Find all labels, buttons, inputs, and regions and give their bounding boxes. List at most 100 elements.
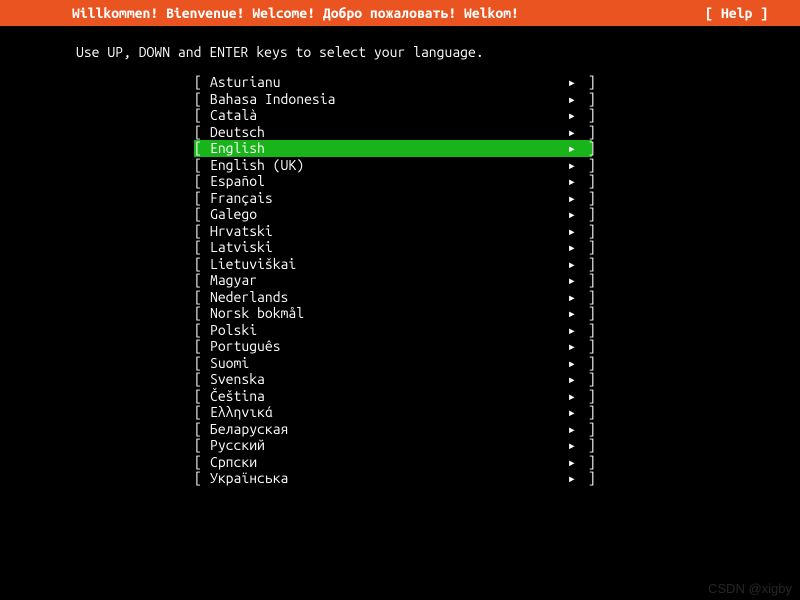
bracket-open: [ <box>194 206 210 223</box>
bracket-close: ] <box>576 371 592 388</box>
language-option[interactable]: [ Català▸ ] <box>194 107 592 124</box>
language-label: Українська <box>210 470 558 487</box>
language-label: Suomi <box>210 355 558 372</box>
submenu-arrow-icon: ▸ <box>558 91 576 108</box>
submenu-arrow-icon: ▸ <box>558 124 576 141</box>
instruction-text: Use UP, DOWN and ENTER keys to select yo… <box>0 26 800 74</box>
bracket-open: [ <box>194 470 210 487</box>
submenu-arrow-icon: ▸ <box>558 289 576 306</box>
language-option[interactable]: [ Беларуская▸ ] <box>194 421 592 438</box>
bracket-open: [ <box>194 124 210 141</box>
bracket-close: ] <box>576 470 592 487</box>
bracket-open: [ <box>194 74 210 91</box>
submenu-arrow-icon: ▸ <box>558 107 576 124</box>
language-option[interactable]: [ Deutsch▸ ] <box>194 124 592 141</box>
language-label: Português <box>210 338 558 355</box>
language-option[interactable]: [ Polski▸ ] <box>194 322 592 339</box>
language-option[interactable]: [ Ελληνικά▸ ] <box>194 404 592 421</box>
language-label: Svenska <box>210 371 558 388</box>
submenu-arrow-icon: ▸ <box>558 388 576 405</box>
bracket-open: [ <box>194 305 210 322</box>
bracket-close: ] <box>576 173 592 190</box>
language-label: Galego <box>210 206 558 223</box>
language-option[interactable]: [ Suomi▸ ] <box>194 355 592 372</box>
language-label: Polski <box>210 322 558 339</box>
submenu-arrow-icon: ▸ <box>558 272 576 289</box>
bracket-open: [ <box>194 454 210 471</box>
bracket-close: ] <box>576 140 592 157</box>
language-label: Deutsch <box>210 124 558 141</box>
bracket-close: ] <box>576 454 592 471</box>
bracket-open: [ <box>194 239 210 256</box>
bracket-close: ] <box>576 107 592 124</box>
bracket-close: ] <box>576 91 592 108</box>
bracket-open: [ <box>194 272 210 289</box>
bracket-close: ] <box>576 305 592 322</box>
language-label: Magyar <box>210 272 558 289</box>
language-label: English (UK) <box>210 157 558 174</box>
submenu-arrow-icon: ▸ <box>558 371 576 388</box>
help-button[interactable]: [ Help ] <box>705 5 788 21</box>
language-label: Lietuviškai <box>210 256 558 273</box>
language-option[interactable]: [ Українська▸ ] <box>194 470 592 487</box>
bracket-open: [ <box>194 173 210 190</box>
bracket-open: [ <box>194 289 210 306</box>
bracket-open: [ <box>194 371 210 388</box>
language-option[interactable]: [ Lietuviškai▸ ] <box>194 256 592 273</box>
language-option[interactable]: [ Magyar▸ ] <box>194 272 592 289</box>
language-label: Asturianu <box>210 74 558 91</box>
bracket-open: [ <box>194 355 210 372</box>
language-option[interactable]: [ Français▸ ] <box>194 190 592 207</box>
submenu-arrow-icon: ▸ <box>558 404 576 421</box>
language-option[interactable]: [ Norsk bokmål▸ ] <box>194 305 592 322</box>
submenu-arrow-icon: ▸ <box>558 355 576 372</box>
language-option[interactable]: [ Русский▸ ] <box>194 437 592 454</box>
language-label: English <box>210 140 558 157</box>
bracket-close: ] <box>576 223 592 240</box>
bracket-close: ] <box>576 272 592 289</box>
bracket-close: ] <box>576 74 592 91</box>
bracket-close: ] <box>576 157 592 174</box>
language-option[interactable]: [ Hrvatski▸ ] <box>194 223 592 240</box>
language-label: Čeština <box>210 388 558 405</box>
submenu-arrow-icon: ▸ <box>558 74 576 91</box>
language-option[interactable]: [ Bahasa Indonesia▸ ] <box>194 91 592 108</box>
language-option[interactable]: [ Svenska▸ ] <box>194 371 592 388</box>
language-label: Español <box>210 173 558 190</box>
language-option[interactable]: [ Galego▸ ] <box>194 206 592 223</box>
language-label: Latviski <box>210 239 558 256</box>
bracket-close: ] <box>576 190 592 207</box>
bracket-close: ] <box>576 206 592 223</box>
language-label: Français <box>210 190 558 207</box>
submenu-arrow-icon: ▸ <box>558 454 576 471</box>
submenu-arrow-icon: ▸ <box>558 239 576 256</box>
bracket-open: [ <box>194 190 210 207</box>
language-label: Català <box>210 107 558 124</box>
language-option[interactable]: [ Nederlands▸ ] <box>194 289 592 306</box>
bracket-open: [ <box>194 157 210 174</box>
language-option[interactable]: [ Español▸ ] <box>194 173 592 190</box>
language-option[interactable]: [ Asturianu▸ ] <box>194 74 592 91</box>
bracket-close: ] <box>576 322 592 339</box>
language-label: Nederlands <box>210 289 558 306</box>
bracket-open: [ <box>194 256 210 273</box>
bracket-open: [ <box>194 223 210 240</box>
language-label: Norsk bokmål <box>210 305 558 322</box>
bracket-open: [ <box>194 437 210 454</box>
submenu-arrow-icon: ▸ <box>558 140 576 157</box>
language-option[interactable]: [ Português▸ ] <box>194 338 592 355</box>
language-option[interactable]: [ Čeština▸ ] <box>194 388 592 405</box>
language-option[interactable]: [ Latviski▸ ] <box>194 239 592 256</box>
language-option[interactable]: [ English▸ ] <box>194 140 592 157</box>
language-label: Ελληνικά <box>210 404 558 421</box>
language-list: [ Asturianu▸ ][ Bahasa Indonesia▸ ][ Cat… <box>0 74 800 487</box>
bracket-open: [ <box>194 404 210 421</box>
language-label: Bahasa Indonesia <box>210 91 558 108</box>
language-option[interactable]: [ English (UK)▸ ] <box>194 157 592 174</box>
bracket-open: [ <box>194 107 210 124</box>
language-option[interactable]: [ Српски▸ ] <box>194 454 592 471</box>
submenu-arrow-icon: ▸ <box>558 437 576 454</box>
bracket-close: ] <box>576 388 592 405</box>
bracket-open: [ <box>194 140 210 157</box>
language-label: Русский <box>210 437 558 454</box>
